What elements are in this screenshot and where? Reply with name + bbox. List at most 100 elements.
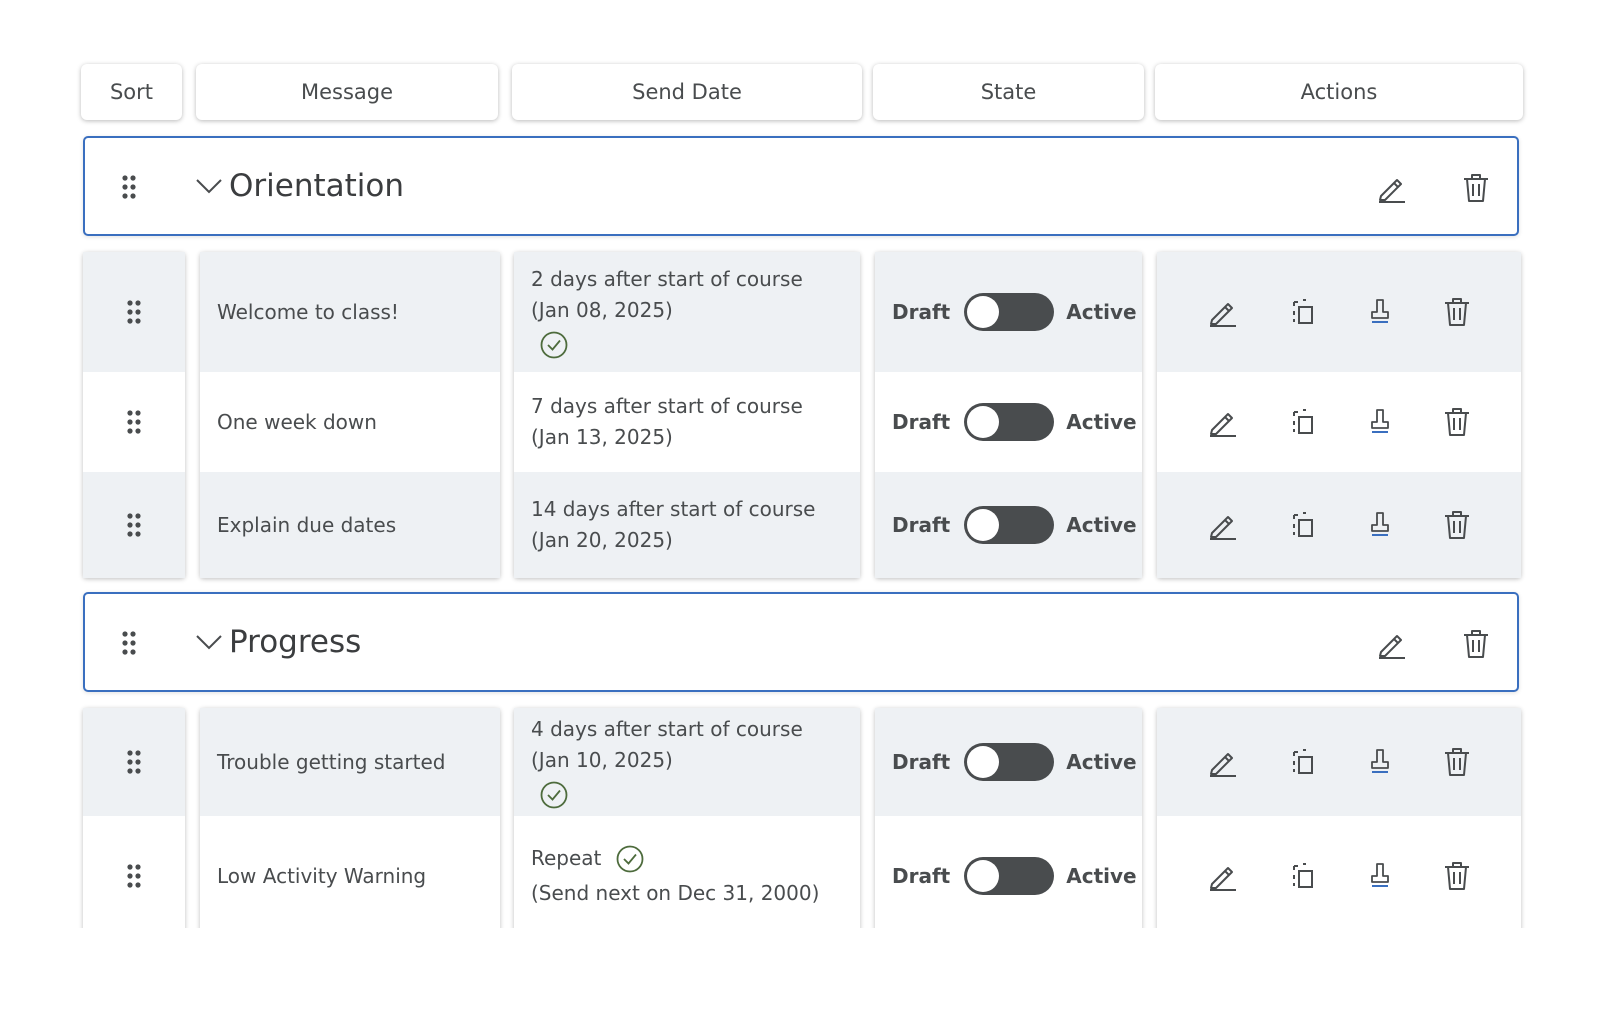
actions-cell	[1157, 372, 1521, 472]
copy-icon[interactable]	[1288, 746, 1318, 778]
trash-icon[interactable]	[1461, 172, 1491, 204]
message-text: Welcome to class!	[217, 300, 399, 324]
sort-cell	[83, 252, 185, 372]
trash-icon[interactable]	[1442, 296, 1472, 328]
group-title: Orientation	[229, 168, 405, 204]
drag-handle-icon[interactable]	[126, 299, 142, 325]
state-cell: Draft Active	[875, 472, 1142, 578]
group-progress[interactable]: Progress	[83, 592, 1519, 692]
group-orientation[interactable]: Orientation	[83, 136, 1519, 236]
state-toggle[interactable]	[964, 857, 1055, 895]
toggle-knob	[967, 746, 1000, 778]
header-message[interactable]: Message	[196, 64, 498, 120]
send-date-line1: 2 days after start of course	[531, 267, 803, 291]
message-text: Trouble getting started	[217, 750, 446, 774]
trash-icon[interactable]	[1461, 628, 1491, 660]
send-date-line2: (Jan 10, 2025)	[531, 748, 673, 772]
state-active-label: Active	[1066, 750, 1137, 774]
pencil-icon[interactable]	[1206, 746, 1238, 778]
actions-cell	[1157, 252, 1521, 372]
actions-cell	[1157, 472, 1521, 578]
message-cell[interactable]: Trouble getting started	[200, 708, 500, 816]
message-cell[interactable]: One week down	[200, 372, 500, 472]
drag-handle-icon[interactable]	[126, 512, 142, 538]
state-cell: Draft Active	[875, 372, 1142, 472]
messages-table: Sort Message Send Date State Actions Ori…	[0, 0, 1600, 928]
send-date-cell: 4 days after start of course (Jan 10, 202…	[514, 708, 860, 816]
copy-icon[interactable]	[1288, 509, 1318, 541]
action-buttons	[1157, 296, 1521, 328]
send-date-cell: 2 days after start of course (Jan 08, 202…	[514, 252, 860, 372]
pencil-icon[interactable]	[1206, 860, 1238, 892]
copy-icon[interactable]	[1288, 406, 1318, 438]
state-toggle[interactable]	[964, 743, 1055, 781]
chevron-down-icon[interactable]	[195, 632, 223, 652]
copy-icon[interactable]	[1288, 860, 1318, 892]
action-buttons	[1157, 860, 1521, 892]
send-date-line2: (Jan 08, 2025)	[531, 298, 673, 322]
drag-handle-icon[interactable]	[126, 749, 142, 775]
header-actions[interactable]: Actions	[1155, 64, 1523, 120]
state-active-label: Active	[1066, 864, 1137, 888]
state-active-label: Active	[1066, 300, 1137, 324]
send-date-line1: 7 days after start of course	[531, 394, 803, 418]
trash-icon[interactable]	[1442, 746, 1472, 778]
message-cell[interactable]: Low Activity Warning	[200, 816, 500, 928]
check-circle-icon	[539, 330, 569, 360]
check-circle-icon	[539, 780, 569, 810]
pencil-icon[interactable]	[1206, 509, 1238, 541]
header-state[interactable]: State	[873, 64, 1144, 120]
state-toggle[interactable]	[964, 506, 1055, 544]
send-date-line2: (Send next on Dec 31, 2000)	[531, 881, 820, 905]
send-date-cell: Repeat (Send next on Dec 31, 2000)	[514, 816, 860, 928]
send-date-cell: 7 days after start of course (Jan 13, 202…	[514, 372, 860, 472]
stamp-icon[interactable]	[1368, 860, 1392, 892]
pencil-icon[interactable]	[1206, 296, 1238, 328]
message-cell[interactable]: Explain due dates	[200, 472, 500, 578]
drag-handle-icon[interactable]	[121, 174, 137, 200]
state-draft-label: Draft	[892, 410, 951, 434]
copy-icon[interactable]	[1288, 296, 1318, 328]
state-cell: Draft Active	[875, 816, 1142, 928]
pencil-icon[interactable]	[1206, 406, 1238, 438]
state-active-label: Active	[1066, 410, 1137, 434]
sort-cell	[83, 372, 185, 472]
message-cell[interactable]: Welcome to class!	[200, 252, 500, 372]
action-buttons	[1157, 406, 1521, 438]
drag-handle-icon[interactable]	[121, 630, 137, 656]
actions-cell	[1157, 708, 1521, 816]
stamp-icon[interactable]	[1368, 746, 1392, 778]
state-draft-label: Draft	[892, 300, 951, 324]
header-sort[interactable]: Sort	[81, 64, 182, 120]
send-date-line2: (Jan 20, 2025)	[531, 528, 673, 552]
state-cell: Draft Active	[875, 252, 1142, 372]
message-text: Explain due dates	[217, 513, 397, 537]
drag-handle-icon[interactable]	[126, 863, 142, 889]
pencil-icon[interactable]	[1375, 628, 1407, 660]
toggle-knob	[967, 296, 1000, 328]
stamp-icon[interactable]	[1368, 406, 1392, 438]
drag-handle-icon[interactable]	[126, 409, 142, 435]
trash-icon[interactable]	[1442, 860, 1472, 892]
stamp-icon[interactable]	[1368, 296, 1392, 328]
toggle-knob	[967, 406, 1000, 438]
send-date-line1: Repeat	[531, 843, 645, 874]
sort-cell	[83, 472, 185, 578]
group-title: Progress	[229, 624, 362, 660]
pencil-icon[interactable]	[1375, 172, 1407, 204]
toggle-knob	[967, 860, 1000, 892]
action-buttons	[1157, 509, 1521, 541]
sort-cell	[83, 816, 185, 928]
state-toggle[interactable]	[964, 293, 1055, 331]
trash-icon[interactable]	[1442, 406, 1472, 438]
stamp-icon[interactable]	[1368, 509, 1392, 541]
header-send-date[interactable]: Send Date	[512, 64, 862, 120]
message-text: Low Activity Warning	[217, 864, 427, 888]
trash-icon[interactable]	[1442, 509, 1472, 541]
chevron-down-icon[interactable]	[195, 176, 223, 196]
send-date-cell: 14 days after start of course (Jan 20, 20…	[514, 472, 860, 578]
state-toggle[interactable]	[964, 403, 1055, 441]
toggle-knob	[967, 509, 1000, 541]
send-date-line1: 14 days after start of course	[531, 497, 816, 521]
message-text: One week down	[217, 410, 377, 434]
